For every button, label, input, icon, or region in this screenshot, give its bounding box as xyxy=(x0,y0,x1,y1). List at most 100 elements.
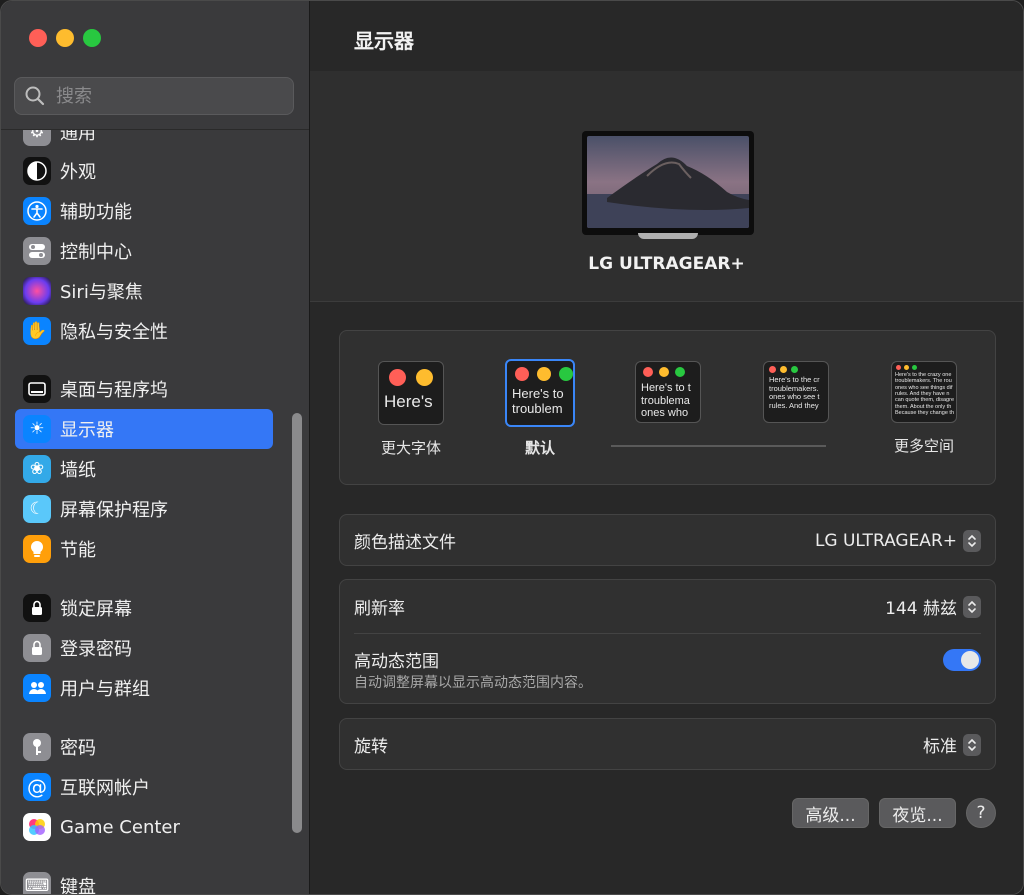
sidebar-item-label: 外观 xyxy=(60,162,96,183)
sun-icon: ☀ xyxy=(23,415,51,443)
sidebar-item-control-center[interactable]: 控制中心 xyxy=(15,231,273,271)
sidebar-item-label: 控制中心 xyxy=(60,242,132,263)
key-icon xyxy=(23,733,51,761)
sidebar-item-displays[interactable]: ☀ 显示器 xyxy=(15,409,273,449)
help-button[interactable]: ? xyxy=(966,798,996,828)
resolution-thumbnail: Here's xyxy=(378,361,444,425)
wallpaper-preview xyxy=(587,136,749,228)
sidebar-item-game-center[interactable]: Game Center xyxy=(15,807,273,847)
sidebar-item-label: 锁定屏幕 xyxy=(60,599,132,620)
search-input[interactable] xyxy=(54,84,293,108)
sidebar-item-label: 桌面与程序坞 xyxy=(60,380,168,401)
sidebar-item-wallpaper[interactable]: ❀ 墙纸 xyxy=(15,449,273,489)
refresh-rate-label: 刷新率 xyxy=(354,599,405,619)
resolution-option-default[interactable]: Here's to troublem 默认 xyxy=(505,359,575,458)
dock-icon xyxy=(23,375,51,403)
close-button[interactable] xyxy=(29,29,47,47)
window-controls xyxy=(29,29,101,47)
chevron-up-down-icon xyxy=(963,529,981,552)
siri-icon xyxy=(23,277,51,305)
sidebar-item-label: 显示器 xyxy=(60,420,114,441)
sidebar-item-label: 键盘 xyxy=(60,877,96,894)
sidebar-item-accessibility[interactable]: 辅助功能 xyxy=(15,191,273,231)
main-pane: 显示器 LG ULTRAGEAR+ Here's 更大字体 Here's to … xyxy=(310,1,1023,894)
resolution-option-3[interactable]: Here's to t troublema ones who xyxy=(635,361,701,423)
resolution-label: 更大字体 xyxy=(380,439,441,457)
appearance-icon xyxy=(23,157,51,185)
flower-icon: ❀ xyxy=(23,455,51,483)
resolution-thumbnail: Here's to the cr troublemakers. ones who… xyxy=(763,361,829,423)
sidebar-item-label: Game Center xyxy=(60,816,180,838)
resolution-label: 默认 xyxy=(524,439,555,457)
sidebar-item-label: 屏幕保护程序 xyxy=(60,500,168,521)
accessibility-icon xyxy=(23,197,51,225)
rotation-card: 旋转 标准 xyxy=(339,718,996,770)
sidebar-item-label: 隐私与安全性 xyxy=(60,322,168,343)
color-profile-select[interactable]: LG ULTRAGEAR+ xyxy=(815,529,981,552)
search-field[interactable] xyxy=(14,77,294,115)
advanced-button[interactable]: 高级... xyxy=(792,798,869,828)
sidebar-item-label: 墙纸 xyxy=(60,460,96,481)
resolution-thumbnail: Here's to troublem xyxy=(505,359,575,427)
sidebar-item-keyboard[interactable]: ⌨ 键盘 xyxy=(15,866,273,894)
search-icon xyxy=(25,86,45,106)
resolution-thumbnail: Here's to the crazy one troublemakers. T… xyxy=(891,361,957,423)
keyboard-icon: ⌨ xyxy=(23,872,51,894)
rotation-label: 旋转 xyxy=(354,737,388,757)
minimize-button[interactable] xyxy=(56,29,74,47)
sidebar: ⚙ 通用 外观 辅助功能 控制中心 xyxy=(1,1,310,894)
sidebar-item-siri[interactable]: Siri与聚焦 xyxy=(15,271,273,311)
monitor-stand xyxy=(638,233,698,239)
sidebar-item-passwords[interactable]: 密码 xyxy=(15,727,273,767)
page-title: 显示器 xyxy=(354,29,414,53)
game-center-icon xyxy=(23,813,51,841)
resolution-option-more-space[interactable]: Here's to the crazy one troublemakers. T… xyxy=(891,361,957,456)
sidebar-item-general[interactable]: ⚙ 通用 xyxy=(15,130,273,152)
sidebar-scrollbar[interactable] xyxy=(292,413,302,833)
control-center-icon xyxy=(23,237,51,265)
hdr-description: 自动调整屏幕以显示高动态范围内容。 xyxy=(354,675,592,691)
refresh-hdr-card: 刷新率 144 赫兹 高动态范围 自动调整屏幕以显示高动态范围内容。 xyxy=(339,579,996,704)
hand-icon: ✋ xyxy=(23,317,51,345)
hdr-row: 高动态范围 xyxy=(354,647,981,672)
resolution-slider-track[interactable] xyxy=(611,445,826,447)
monitor-image[interactable] xyxy=(582,131,754,235)
sidebar-item-internet-accounts[interactable]: @ 互联网帐户 xyxy=(15,767,273,807)
chevron-up-down-icon xyxy=(963,733,981,756)
sidebar-item-label: 通用 xyxy=(60,130,96,144)
resolution-option-4[interactable]: Here's to the cr troublemakers. ones who… xyxy=(763,361,829,423)
sidebar-item-login-password[interactable]: 登录密码 xyxy=(15,628,273,668)
sidebar-item-privacy[interactable]: ✋ 隐私与安全性 xyxy=(15,311,273,351)
users-icon xyxy=(23,674,51,702)
gear-icon: ⚙ xyxy=(23,130,51,146)
display-hero: LG ULTRAGEAR+ xyxy=(310,71,1023,302)
chevron-up-down-icon xyxy=(963,595,981,618)
refresh-rate-select[interactable]: 144 赫兹 xyxy=(885,594,981,619)
sidebar-item-label: 用户与群组 xyxy=(60,679,150,700)
sidebar-item-label: 登录密码 xyxy=(60,639,132,660)
sidebar-item-label: 辅助功能 xyxy=(60,202,132,223)
sidebar-item-desktop-dock[interactable]: 桌面与程序坞 xyxy=(15,369,273,409)
sidebar-item-lock-screen[interactable]: 锁定屏幕 xyxy=(15,588,273,628)
resolution-option-larger-text[interactable]: Here's 更大字体 xyxy=(378,361,444,458)
hdr-toggle[interactable] xyxy=(943,648,981,671)
resolution-label: 更多空间 xyxy=(893,437,954,455)
settings-window: ⚙ 通用 外观 辅助功能 控制中心 xyxy=(0,0,1024,895)
refresh-rate-row: 刷新率 144 赫兹 xyxy=(354,594,981,619)
rotation-row: 旋转 标准 xyxy=(354,732,981,757)
sidebar-list: ⚙ 通用 外观 辅助功能 控制中心 Siri与聚焦 ✋ 隐私与安全性 桌面与程序… xyxy=(1,130,309,894)
rotation-select[interactable]: 标准 xyxy=(923,732,981,757)
color-profile-card: 颜色描述文件 LG ULTRAGEAR+ xyxy=(339,514,996,566)
night-shift-button[interactable]: 夜览... xyxy=(879,798,956,828)
sidebar-item-users-groups[interactable]: 用户与群组 xyxy=(15,668,273,708)
lock-screen-icon xyxy=(23,594,51,622)
hdr-label: 高动态范围 xyxy=(354,652,439,672)
sidebar-item-appearance[interactable]: 外观 xyxy=(15,151,273,191)
sidebar-item-screensaver[interactable]: ☾ 屏幕保护程序 xyxy=(15,489,273,529)
zoom-button[interactable] xyxy=(83,29,101,47)
lock-icon xyxy=(23,634,51,662)
sidebar-item-label: 互联网帐户 xyxy=(60,778,150,799)
sidebar-item-energy[interactable]: 节能 xyxy=(15,529,273,569)
monitor-name: LG ULTRAGEAR+ xyxy=(588,254,745,274)
row-divider xyxy=(354,633,981,634)
